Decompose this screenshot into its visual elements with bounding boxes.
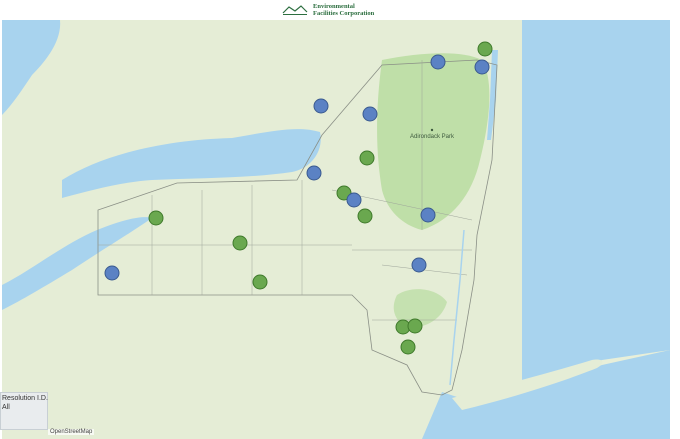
marker-green[interactable]	[407, 318, 423, 334]
nys-seal-icon	[282, 5, 308, 15]
marker-blue[interactable]	[474, 59, 490, 75]
filter-value[interactable]: All	[2, 404, 10, 411]
marker-blue[interactable]	[430, 54, 446, 70]
marker-blue[interactable]	[411, 257, 427, 273]
marker-blue[interactable]	[313, 98, 329, 114]
marker-green[interactable]	[477, 41, 493, 57]
efc-logo: Environmental Facilities Corporation	[281, 2, 374, 18]
logo-line2: Facilities Corporation	[313, 10, 375, 17]
marker-blue[interactable]	[420, 207, 436, 223]
map-view[interactable]: Adirondack Park	[2, 20, 670, 439]
marker-green[interactable]	[252, 274, 268, 290]
marker-green[interactable]	[357, 208, 373, 224]
filter-label: Resolution I.D.	[2, 395, 48, 402]
marker-green[interactable]	[359, 150, 375, 166]
resolution-id-filter[interactable]: Resolution I.D. All	[0, 392, 48, 430]
marker-green[interactable]	[148, 210, 164, 226]
logo-line1: Environmental	[313, 3, 355, 10]
marker-green[interactable]	[232, 235, 248, 251]
map-attribution[interactable]: OpenStreetMap	[48, 429, 95, 435]
basemap: Adirondack Park	[2, 20, 670, 439]
marker-blue[interactable]	[346, 192, 362, 208]
marker-green[interactable]	[400, 339, 416, 355]
marker-blue[interactable]	[104, 265, 120, 281]
park-marker-icon	[430, 128, 434, 132]
header-bar: Environmental Facilities Corporation	[0, 0, 680, 20]
park-label: Adirondack Park	[410, 134, 455, 140]
marker-blue[interactable]	[306, 165, 322, 181]
marker-blue[interactable]	[362, 106, 378, 122]
